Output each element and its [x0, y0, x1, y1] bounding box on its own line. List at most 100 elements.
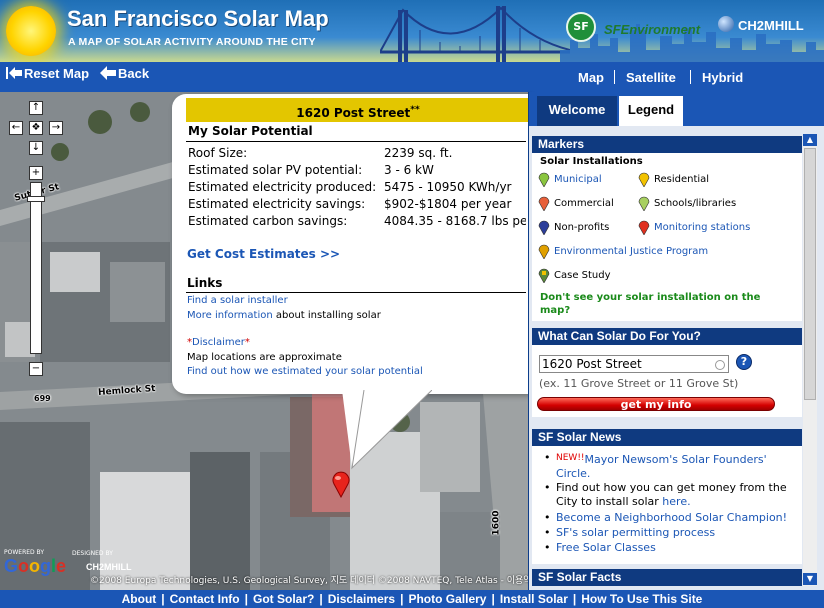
news-item: SF's solar permitting process — [544, 526, 802, 540]
pan-right-button[interactable]: → — [49, 121, 63, 135]
back-label: Back — [118, 66, 150, 81]
footer-link-disclaimers[interactable]: Disclaimers — [328, 592, 395, 606]
map-type-hybrid[interactable]: Hybrid — [702, 70, 743, 85]
potential-value-pv: 3 - 6 kW — [384, 163, 434, 177]
divider: | — [491, 592, 495, 606]
site-header: San Francisco Solar Map A MAP OF SOLAR A… — [0, 0, 824, 62]
news-link[interactable]: Become a Neighborhood Solar Champion! — [556, 511, 787, 524]
legend-item-municipal[interactable]: Municipal — [538, 171, 602, 187]
tab-legend[interactable]: Legend — [619, 96, 683, 126]
powered-by-label: POWERED BY — [4, 549, 45, 556]
side-panel: Welcome Legend Markers Solar Installatio… — [528, 92, 824, 590]
news-item: Free Solar Classes — [544, 541, 802, 555]
zoom-in-button[interactable]: + — [29, 166, 43, 180]
find-installer-link[interactable]: Find a solar installer — [187, 295, 288, 306]
disclaimer-note: Map locations are approximate — [187, 352, 342, 363]
legend-item-monitoring[interactable]: Monitoring stations — [638, 219, 750, 235]
sfe-partner-logo: SFEnvironment — [604, 22, 701, 37]
marker-commercial-icon — [538, 196, 550, 211]
marker-env-justice-icon — [538, 244, 550, 259]
zoom-slider-track[interactable] — [30, 182, 42, 354]
scroll-down-icon[interactable]: ▼ — [803, 573, 817, 585]
zoom-out-button[interactable]: − — [29, 362, 43, 376]
legend-label: Case Study — [554, 270, 611, 281]
footer-link-how-to-use[interactable]: How To Use This Site — [581, 592, 702, 606]
news-item: NEW!!Mayor Newsom's Solar Founders' Circ… — [544, 451, 802, 481]
map-copyright[interactable]: ©2008 Europa Technologies, U.S. Geologic… — [90, 573, 528, 586]
news-item: Become a Neighborhood Solar Champion! — [544, 511, 802, 525]
markers-heading: Markers — [532, 136, 802, 153]
sun-logo-icon — [6, 6, 56, 56]
street-number-label: 699 — [34, 394, 51, 403]
input-radio[interactable] — [715, 360, 725, 370]
estimate-method-link[interactable]: Find out how we estimated your solar pot… — [187, 366, 423, 377]
divider — [614, 70, 615, 84]
legend-item-env-justice[interactable]: Environmental Justice Program — [538, 243, 708, 259]
pan-center-button[interactable]: ❖ — [29, 121, 43, 135]
location-marker-icon[interactable] — [330, 470, 352, 498]
footer-link-install-solar[interactable]: Install Solar — [500, 592, 568, 606]
back-button[interactable]: Back — [100, 66, 149, 81]
legend-label: Environmental Justice Program — [554, 246, 709, 257]
legend-item-nonprofits: Non-profits — [538, 219, 609, 235]
marker-schools-icon — [638, 196, 650, 211]
more-info-link[interactable]: More information — [187, 310, 273, 321]
installations-subheading: Solar Installations — [540, 156, 643, 167]
marker-residential-icon — [638, 172, 650, 187]
disclaimer-star: * — [244, 337, 250, 348]
cost-estimates-link[interactable]: Get Cost Estimates >> — [187, 247, 340, 261]
sfe-logo-icon: SF — [566, 12, 596, 42]
address-footnote-mark: ** — [410, 105, 420, 115]
news-item: Find out how you can get money from the … — [544, 481, 802, 509]
map-type-satellite[interactable]: Satellite — [626, 70, 676, 85]
tab-welcome[interactable]: Welcome — [537, 96, 617, 126]
google-logo: Google — [4, 556, 67, 576]
potential-value-savings: $902-$1804 per year — [384, 197, 512, 211]
legend-label: Residential — [654, 174, 710, 185]
ch2m-globe-icon — [718, 16, 734, 32]
help-icon[interactable]: ? — [736, 354, 752, 370]
links-title: Links — [187, 276, 223, 290]
address-example: (ex. 11 Grove Street or 11 Grove St) — [539, 377, 739, 390]
get-my-info-button[interactable]: get my info — [537, 397, 775, 411]
pan-up-button[interactable]: ↑ — [29, 101, 43, 115]
potential-label-carbon: Estimated carbon savings: — [188, 214, 348, 228]
golden-gate-bridge-icon — [380, 6, 570, 62]
potential-label-produced: Estimated electricity produced: — [188, 180, 377, 194]
scroll-up-icon[interactable]: ▲ — [803, 134, 817, 146]
info-window-tail — [342, 390, 432, 470]
potential-value-carbon: 4084.35 - 8168.7 lbs per — [384, 214, 526, 228]
what-can-solar-heading: What Can Solar Do For You? — [532, 328, 802, 345]
footer-link-about[interactable]: About — [122, 592, 157, 606]
news-link[interactable]: Mayor Newsom's Solar Founders' Circle. — [556, 453, 767, 480]
more-info-suffix: about installing solar — [272, 310, 381, 321]
map-type-map[interactable]: Map — [578, 70, 604, 85]
pan-down-button[interactable]: ↓ — [29, 141, 43, 155]
back-arrow-icon — [100, 66, 116, 80]
info-window — [172, 94, 530, 394]
divider: | — [319, 592, 323, 606]
site-subtitle: A MAP OF SOLAR ACTIVITY AROUND THE CITY — [68, 36, 316, 48]
news-link[interactable]: here. — [662, 495, 690, 508]
zoom-slider-thumb[interactable] — [27, 196, 45, 202]
scroll-thumb[interactable] — [804, 148, 816, 400]
footer-link-got-solar[interactable]: Got Solar? — [253, 592, 314, 606]
more-info-row: More information about installing solar — [187, 310, 381, 321]
potential-value-roof: 2239 sq. ft. — [384, 146, 453, 160]
footer-link-photo-gallery[interactable]: Photo Gallery — [408, 592, 486, 606]
news-link[interactable]: SF's solar permitting process — [556, 526, 715, 539]
divider: | — [400, 592, 404, 606]
footer-link-contact[interactable]: Contact Info — [170, 592, 240, 606]
disclaimer-link[interactable]: *Disclaimer* — [187, 337, 250, 348]
marker-nonprofits-icon — [538, 220, 550, 235]
legend-label: Commercial — [554, 198, 614, 209]
address-input[interactable]: 1620 Post Street — [539, 355, 729, 373]
reset-map-button[interactable]: Reset Map — [6, 66, 89, 81]
pan-left-button[interactable]: ← — [9, 121, 23, 135]
missing-installation-link[interactable]: Don't see your solar installation on the… — [540, 291, 780, 317]
news-link[interactable]: Free Solar Classes — [556, 541, 656, 554]
marker-case-study-icon — [538, 268, 550, 283]
toolbar: Reset Map Back Map Satellite Hybrid — [0, 62, 824, 92]
solar-map-app: San Francisco Solar Map A MAP OF SOLAR A… — [0, 0, 824, 608]
solar-news-heading: SF Solar News — [532, 429, 802, 446]
